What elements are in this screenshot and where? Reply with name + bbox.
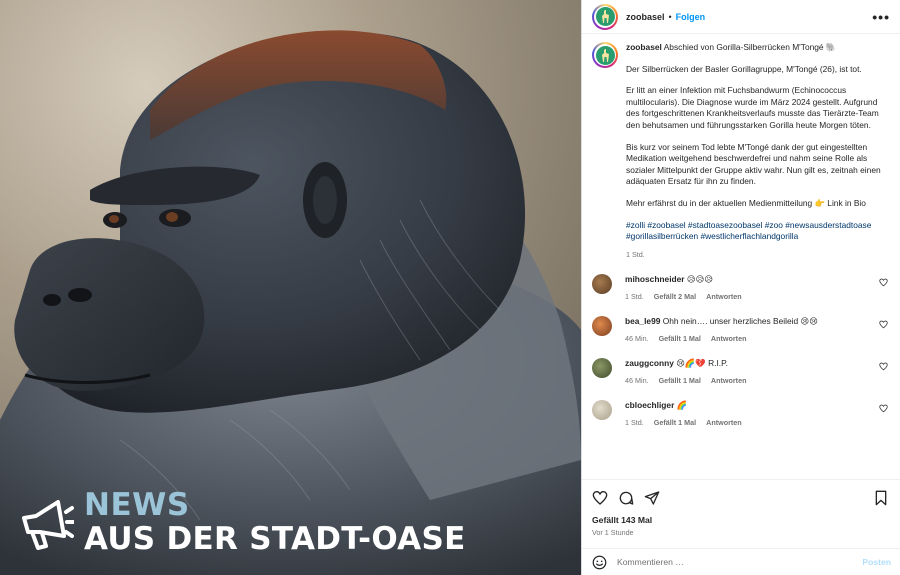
comment-item: zauggconny 😢🌈💔 R.I.P. 46 Min. Gefällt 1 … bbox=[592, 358, 890, 386]
share-send-icon[interactable] bbox=[644, 490, 660, 506]
comment-item: cbloechliger 🌈 1 Std. Gefällt 1 Mal Antw… bbox=[592, 400, 890, 428]
reply-button[interactable]: Antworten bbox=[711, 333, 747, 344]
news-overlay: NEWS AUS DER STADT-OASE bbox=[18, 488, 466, 556]
comment-likes[interactable]: Gefällt 1 Mal bbox=[654, 417, 696, 428]
like-heart-icon[interactable] bbox=[592, 490, 608, 506]
comment-input[interactable] bbox=[617, 557, 863, 567]
post-comment-button[interactable]: Posten bbox=[862, 557, 891, 567]
comment-likes[interactable]: Gefällt 1 Mal bbox=[659, 375, 701, 386]
caption-paragraph-3: Bis kurz vor seinem Tod lebte M'Tongé da… bbox=[626, 141, 881, 187]
caption-title: Abschied von Gorilla-Silberrücken M'Tong… bbox=[663, 42, 837, 52]
comment-text: 😢🌈💔 R.I.P. bbox=[676, 358, 728, 369]
comment-text: Ohh nein…. unser herzliches Beileid 😢😢 bbox=[662, 316, 818, 327]
post-side-panel: zoobasel • Folgen ••• zoobasel Abschied … bbox=[581, 0, 900, 575]
post-image[interactable]: NEWS AUS DER STADT-OASE bbox=[0, 0, 581, 575]
likes-count[interactable]: Gefällt 143 Mal bbox=[592, 515, 891, 525]
comment-username[interactable]: zauggconny bbox=[625, 358, 674, 368]
comment-item: mihoschneider 😥😥😥 1 Std. Gefällt 2 Mal A… bbox=[592, 274, 890, 302]
comment-likes[interactable]: Gefällt 1 Mal bbox=[659, 333, 701, 344]
comment-time: 46 Min. bbox=[625, 334, 649, 344]
post-age: Vor 1 Stunde bbox=[592, 528, 634, 537]
bookmark-icon[interactable] bbox=[873, 490, 889, 506]
reply-button[interactable]: Antworten bbox=[706, 417, 742, 428]
commenter-avatar[interactable] bbox=[592, 274, 612, 295]
caption-paragraph-4: Mehr erfährst du in der aktuellen Medien… bbox=[626, 197, 866, 208]
follow-button[interactable]: Folgen bbox=[676, 12, 706, 22]
commenter-avatar[interactable] bbox=[592, 316, 612, 337]
news-subtitle: AUS DER STADT-OASE bbox=[84, 521, 466, 557]
header-username[interactable]: zoobasel bbox=[626, 12, 665, 22]
comment-time: 1 Std. bbox=[625, 418, 644, 428]
comment-username[interactable]: mihoschneider bbox=[625, 274, 685, 284]
comment-item: bea_le99 Ohh nein…. unser herzliches Bei… bbox=[592, 316, 890, 344]
reply-button[interactable]: Antworten bbox=[711, 375, 747, 386]
caption: zoobasel Abschied von Gorilla-Silberrück… bbox=[592, 42, 890, 260]
comment-username[interactable]: bea_le99 bbox=[625, 316, 660, 326]
separator-dot: • bbox=[668, 11, 672, 22]
comment-bubble-icon[interactable] bbox=[618, 490, 634, 506]
commenter-avatar[interactable] bbox=[592, 400, 612, 421]
heart-icon[interactable] bbox=[879, 278, 888, 287]
caption-username[interactable]: zoobasel bbox=[626, 42, 662, 52]
comments-list[interactable]: zoobasel Abschied von Gorilla-Silberrück… bbox=[582, 34, 900, 479]
heart-icon[interactable] bbox=[879, 404, 888, 413]
comment-text: 😥😥😥 bbox=[686, 274, 714, 285]
comment-time: 46 Min. bbox=[625, 376, 649, 386]
account-avatar[interactable] bbox=[592, 3, 618, 30]
giraffe-logo-icon bbox=[601, 10, 609, 23]
caption-timestamp: 1 Std. bbox=[626, 249, 645, 259]
post-header: zoobasel • Folgen ••• bbox=[582, 0, 900, 34]
heart-icon[interactable] bbox=[879, 320, 888, 329]
reply-button[interactable]: Antworten bbox=[706, 291, 742, 302]
action-bar: Gefällt 143 Mal Vor 1 Stunde bbox=[582, 479, 900, 537]
news-title: NEWS bbox=[84, 487, 190, 523]
heart-icon[interactable] bbox=[879, 362, 888, 371]
comment-composer: Posten bbox=[582, 548, 900, 575]
megaphone-icon bbox=[22, 500, 74, 550]
giraffe-logo-icon bbox=[601, 48, 609, 62]
comment-time: 1 Std. bbox=[625, 292, 644, 302]
commenter-avatar[interactable] bbox=[592, 358, 612, 379]
emoji-icon[interactable] bbox=[592, 555, 607, 570]
caption-paragraph-2: Er litt an einer Infektion mit Fuchsband… bbox=[626, 85, 879, 130]
comment-username[interactable]: cbloechliger bbox=[625, 400, 674, 410]
caption-hashtags[interactable]: #zolli #zoobasel #stadtoasezoobasel #zoo… bbox=[626, 220, 884, 243]
caption-avatar[interactable] bbox=[592, 42, 618, 68]
more-options-icon[interactable]: ••• bbox=[872, 9, 890, 25]
caption-paragraph-1: Der Silberrücken der Basler Gorillagrupp… bbox=[626, 63, 862, 74]
caption-heading: zoobasel Abschied von Gorilla-Silberrück… bbox=[626, 42, 884, 54]
comment-likes[interactable]: Gefällt 2 Mal bbox=[654, 291, 696, 302]
comment-text: 🌈 bbox=[676, 400, 688, 411]
